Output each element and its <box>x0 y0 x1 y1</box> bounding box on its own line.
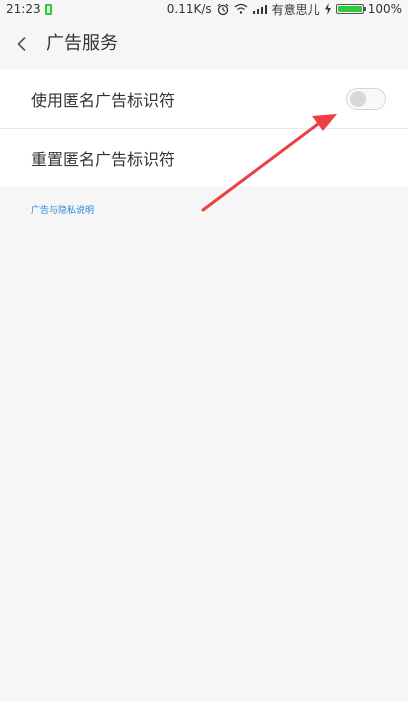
settings-list: 使用匿名广告标识符 重置匿名广告标识符 <box>0 70 408 187</box>
battery-icon <box>335 4 366 14</box>
anonymous-ad-id-label: 使用匿名广告标识符 <box>31 91 176 110</box>
battery-small-icon <box>44 3 52 15</box>
toggle-knob <box>350 91 366 107</box>
wifi-icon <box>234 3 248 15</box>
battery-fill <box>337 6 362 12</box>
status-bar: 21:23 0.11K/s 有意思儿 100% <box>0 0 408 18</box>
battery-percentage: 100% <box>367 2 402 16</box>
alarm-icon <box>216 2 230 16</box>
network-speed: 0.11K/s <box>166 2 212 16</box>
signal-icon <box>252 3 268 15</box>
page-title: 广告服务 <box>46 33 118 54</box>
privacy-link[interactable]: 广告与隐私说明 <box>31 203 94 216</box>
carrier-label: 有意思儿 <box>271 2 320 17</box>
status-time: 21:23 <box>6 2 41 16</box>
charging-icon <box>324 3 332 15</box>
reset-anonymous-ad-id-row[interactable]: 重置匿名广告标识符 <box>0 129 408 187</box>
anonymous-ad-id-toggle[interactable] <box>346 88 386 110</box>
status-right: 0.11K/s 有意思儿 100% <box>167 1 402 18</box>
anonymous-ad-id-toggle-row[interactable]: 使用匿名广告标识符 <box>0 70 408 129</box>
header: 广告服务 <box>0 18 408 70</box>
reset-anonymous-ad-id-label: 重置匿名广告标识符 <box>31 150 176 169</box>
back-icon[interactable] <box>14 36 30 52</box>
status-left: 21:23 <box>6 2 52 16</box>
